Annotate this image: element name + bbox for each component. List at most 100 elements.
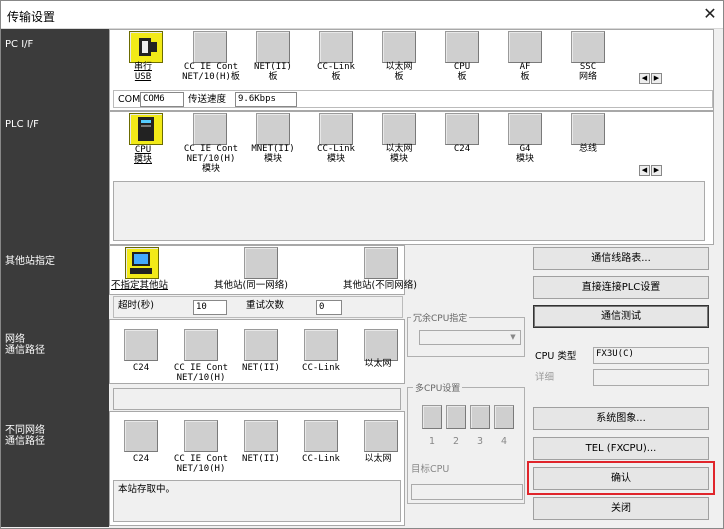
scroll-left-icon[interactable]: ◀ — [639, 73, 650, 84]
chevron-down-icon[interactable]: ▼ — [506, 331, 520, 344]
c24-module-icon[interactable] — [445, 113, 479, 145]
tel-fxcpu-button[interactable]: TEL (FXCPU)... — [533, 437, 709, 460]
other-station-item-label: 其他站(不同网络) — [343, 280, 417, 291]
pc-if-item-label: NET(II) 板 — [254, 62, 292, 82]
mnet2-module-icon[interactable] — [256, 113, 290, 145]
diff-route-item-label: CC-Link — [302, 454, 340, 464]
ethernet-board-icon[interactable] — [382, 31, 416, 63]
timeout-label: 超时(秒) — [118, 300, 154, 311]
multi-cpu-num: 2 — [453, 436, 460, 447]
cc-link-board-icon[interactable] — [319, 31, 353, 63]
pc-if-item-label: CPU 板 — [453, 62, 471, 82]
speed-label: 传送速度 — [188, 94, 227, 105]
route-item-label: C24 — [132, 363, 150, 373]
route-list-button[interactable]: 通信线路表... — [533, 247, 709, 270]
cpu-type-field[interactable]: FX3U(C) — [593, 347, 709, 364]
multi-cpu-4-button[interactable] — [494, 405, 514, 429]
plc-if-item-label: C24 — [453, 144, 471, 154]
af-board-icon[interactable] — [508, 31, 542, 63]
retry-label: 重试次数 — [246, 300, 285, 311]
diff-route-c24-icon[interactable] — [124, 420, 158, 452]
diff-route-item-label: NET(II) — [242, 454, 280, 464]
plc-if-item-label: CPU 模块 — [133, 145, 152, 165]
scroll-left-icon[interactable]: ◀ — [639, 165, 650, 176]
route-c24-icon[interactable] — [124, 329, 158, 361]
route-item-label: CC IE Cont NET/10(H) — [173, 363, 229, 383]
window-title: 传输设置 — [7, 10, 56, 24]
detail-field[interactable] — [593, 369, 709, 386]
title-bar: 传输设置 ✕ — [1, 1, 723, 29]
com-port-field[interactable]: COM6 — [140, 92, 184, 107]
direct-plc-button[interactable]: 直接连接PLC设置 — [533, 276, 709, 299]
close-button[interactable]: 关闭 — [533, 497, 709, 520]
multi-cpu-1-button[interactable] — [422, 405, 442, 429]
pc-if-item-label: 以太网 板 — [385, 62, 413, 82]
route-ethernet-icon[interactable] — [364, 329, 398, 361]
other-station-same-network-icon[interactable] — [244, 247, 278, 279]
sidebar-network-route: 网络 通信路径 — [5, 334, 45, 356]
ssc-network-icon[interactable] — [571, 31, 605, 63]
bus-module-icon[interactable] — [571, 113, 605, 145]
diff-route-item-label: 以太网 — [364, 454, 392, 464]
confirm-button[interactable]: 确认 — [533, 467, 709, 490]
route-net2-icon[interactable] — [244, 329, 278, 361]
route-item-label: NET(II) — [242, 363, 280, 373]
route-item-label: 以太网 — [364, 359, 392, 369]
other-station-item-label: 其他站(同一网络) — [214, 280, 288, 291]
comm-test-button[interactable]: 通信测试 — [533, 305, 709, 328]
other-station-item-label: 不指定其他站 — [111, 280, 169, 291]
ethernet-module-icon[interactable] — [382, 113, 416, 145]
route-detail-area — [113, 388, 401, 410]
diff-route-item-label: C24 — [132, 454, 150, 464]
pc-if-item-label: CC IE Cont NET/10(H)板 — [182, 62, 240, 82]
multi-cpu-num: 3 — [477, 436, 484, 447]
detail-label: 详细 — [535, 372, 555, 383]
multi-cpu-2-button[interactable] — [446, 405, 466, 429]
diff-route-ethernet-icon[interactable] — [364, 420, 398, 452]
retry-field[interactable]: 0 — [316, 300, 342, 315]
scroll-right-icon[interactable]: ▶ — [651, 73, 662, 84]
sidebar-other-station: 其他站指定 — [5, 256, 55, 267]
sidebar-plc-if: PLC I/F — [5, 119, 39, 130]
speed-field[interactable]: 9.6Kbps — [235, 92, 297, 107]
pc-if-item-label: SSC 网络 — [578, 62, 597, 82]
plc-if-item-label: 总线 — [578, 144, 597, 154]
scroll-right-icon[interactable]: ▶ — [651, 165, 662, 176]
other-station-diff-network-icon[interactable] — [364, 247, 398, 279]
com-label: COM — [118, 94, 141, 105]
diff-route-cc-link-icon[interactable] — [304, 420, 338, 452]
system-image-button[interactable]: 系统图象... — [533, 407, 709, 430]
net2-board-icon[interactable] — [256, 31, 290, 63]
redundant-cpu-label: 冗余CPU指定 — [411, 311, 470, 324]
pc-if-item-label: AF 板 — [519, 62, 531, 82]
plc-detail-area — [113, 181, 705, 241]
category-sidebar: PC I/F PLC I/F 其他站指定 网络 通信路径 不同网络 通信路径 — [1, 29, 109, 527]
plc-if-item-label: CC IE Cont NET/10(H) 模块 — [183, 144, 239, 174]
plc-if-item-label: 以太网 模块 — [385, 144, 413, 164]
cpu-board-icon[interactable] — [445, 31, 479, 63]
serial-usb-icon[interactable] — [129, 31, 163, 63]
multi-cpu-3-button[interactable] — [470, 405, 490, 429]
plc-if-item-label: CC-Link 模块 — [317, 144, 355, 164]
route-cc-ie-icon[interactable] — [184, 329, 218, 361]
timeout-field[interactable]: 10 — [193, 300, 227, 315]
pc-if-item-label: 串行 USB — [133, 62, 152, 82]
diff-route-net2-icon[interactable] — [244, 420, 278, 452]
cc-ie-module-icon[interactable] — [193, 113, 227, 145]
multi-cpu-num: 1 — [429, 436, 436, 447]
multi-cpu-num: 4 — [501, 436, 508, 447]
sidebar-diff-network-route: 不同网络 通信路径 — [5, 425, 45, 447]
cc-ie-board-icon[interactable] — [193, 31, 227, 63]
g4-module-icon[interactable] — [508, 113, 542, 145]
cpu-module-icon[interactable] — [129, 113, 163, 145]
cc-link-module-icon[interactable] — [319, 113, 353, 145]
target-cpu-label: 目标CPU — [411, 464, 450, 475]
close-icon[interactable]: ✕ — [701, 5, 719, 23]
status-text: 本站存取中。 — [118, 484, 176, 495]
diff-route-cc-ie-icon[interactable] — [184, 420, 218, 452]
diff-route-item-label: CC IE Cont NET/10(H) — [173, 454, 229, 474]
route-cc-link-icon[interactable] — [304, 329, 338, 361]
transfer-settings-window: 传输设置 ✕ PC I/F PLC I/F 其他站指定 网络 通信路径 不同网络… — [0, 0, 724, 529]
no-other-station-icon[interactable] — [125, 247, 159, 279]
target-cpu-field[interactable] — [411, 484, 523, 500]
